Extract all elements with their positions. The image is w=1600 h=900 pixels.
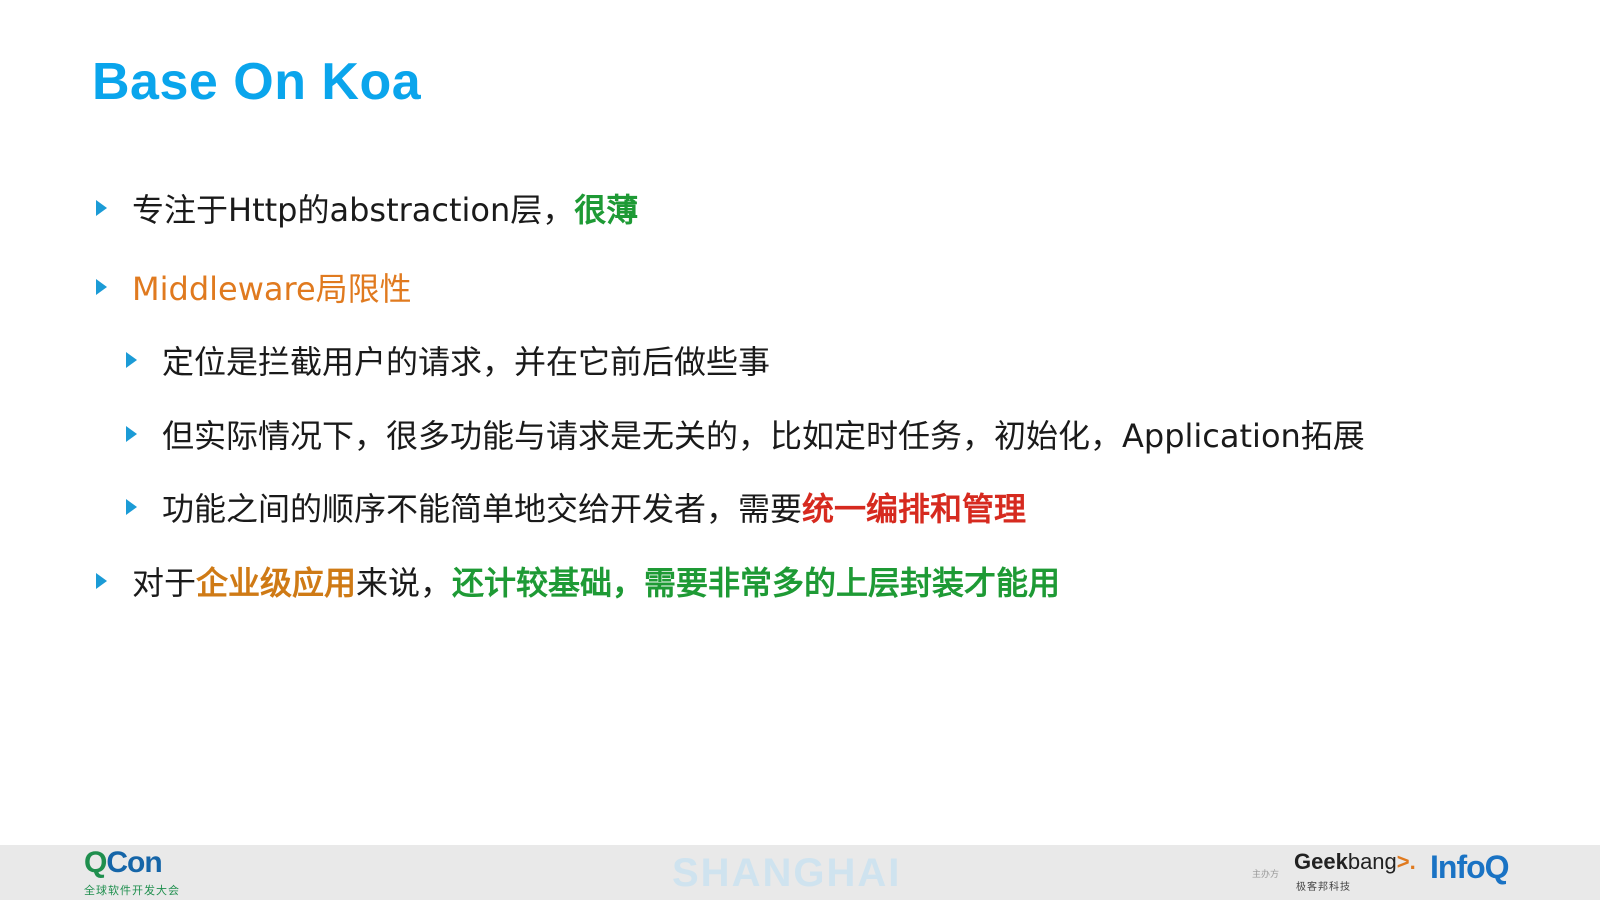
slide-title: Base On Koa [92, 53, 422, 111]
infoq-logo: InfoQ [1430, 849, 1510, 885]
bullet-text-prefix: 对于 [132, 564, 197, 602]
bullet-text: 定位是拦截用户的请求，并在它前后做些事 [162, 343, 771, 381]
geekbang-arrow: >. [1396, 849, 1416, 874]
geekbang-geek: Geek [1294, 849, 1348, 874]
bullet-text: 功能之间的顺序不能简单地交给开发者，需要 [162, 490, 803, 528]
qcon-wordmark: QCon [84, 846, 163, 880]
geekbang-bang: bang [1347, 849, 1397, 874]
bullet-text: Middleware局限性 [132, 270, 412, 308]
sub-bullet-intercept-requests: 定位是拦截用户的请求，并在它前后做些事 [126, 337, 770, 383]
bullet-triangle-icon [96, 279, 107, 295]
organizer-label: 主办方 [1252, 870, 1280, 880]
bullet-http-abstraction: 专注于Http的abstraction层， 很薄 [96, 185, 638, 231]
footer-bar: QCon 全球软件开发大会 SHANGHAI 主办方 Geekbang>. 极客… [0, 845, 1600, 900]
bullet-triangle-icon [96, 573, 107, 589]
bullet-highlight-enterprise: 企业级应用 [196, 564, 357, 602]
sub-bullet-ordering: 功能之间的顺序不能简单地交给开发者，需要 统一编排和管理 [126, 484, 1026, 530]
qcon-con: Con [106, 846, 162, 879]
bullet-middleware-limitations: Middleware局限性 [96, 264, 412, 310]
bullet-text: 专注于Http的abstraction层， [132, 191, 575, 229]
bullet-triangle-icon [126, 352, 137, 368]
city-label: SHANGHAI [672, 851, 902, 895]
bullet-triangle-icon [96, 200, 107, 216]
geekbang-logo: Geekbang>. 极客邦科技 [1294, 849, 1424, 897]
bullet-text-middle: 来说， [356, 564, 453, 602]
bullet-triangle-icon [126, 499, 137, 515]
geekbang-wordmark: Geekbang>. [1294, 849, 1416, 875]
bullet-triangle-icon [126, 426, 137, 442]
slide: Base On Koa 专注于Http的abstraction层， 很薄 Midd… [0, 0, 1600, 900]
bullet-highlight-needs: 还计较基础，需要非常多的上层封装才能用 [452, 564, 1061, 602]
sub-bullet-unrelated-features: 但实际情况下，很多功能与请求是无关的，比如定时任务，初始化，Applicatio… [126, 411, 1365, 457]
geekbang-subtitle: 极客邦科技 [1296, 882, 1351, 893]
bullet-highlight: 统一编排和管理 [802, 490, 1027, 528]
bullet-text: 但实际情况下，很多功能与请求是无关的，比如定时任务，初始化，Applicatio… [162, 417, 1365, 455]
qcon-logo: QCon 全球软件开发大会 [84, 846, 194, 897]
qcon-subtitle: 全球软件开发大会 [84, 884, 180, 897]
bullet-enterprise-apps: 对于 企业级应用 来说， 还计较基础，需要非常多的上层封装才能用 [96, 558, 1060, 604]
qcon-q: Q [84, 846, 107, 879]
bullet-highlight: 很薄 [574, 191, 639, 229]
